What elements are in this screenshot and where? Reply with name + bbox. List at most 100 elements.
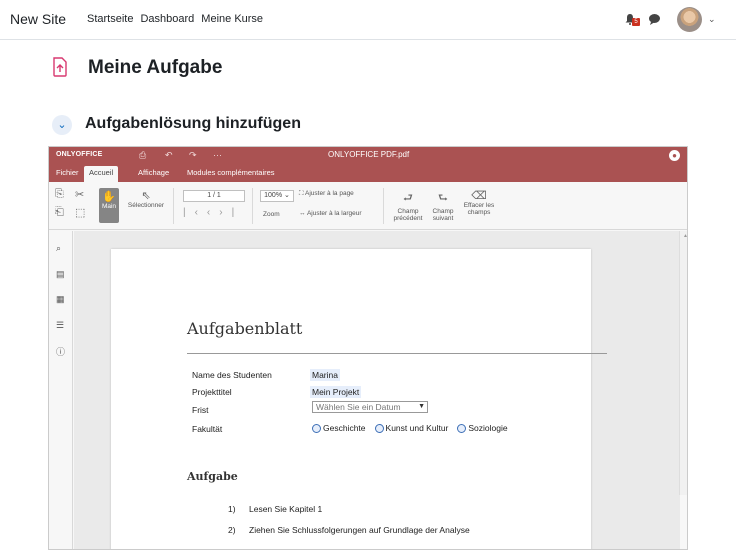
nav-link-home[interactable]: Startseite [87,13,133,25]
project-title-label: Projekttitel [192,387,232,397]
separator [173,188,174,224]
radio-label: Geschichte [323,423,366,433]
primary-navigation: Startseite Dashboard Meine Kurse [87,13,263,25]
list-item: Ziehen Sie Schlussfolgerungen auf Grundl… [249,525,470,535]
faculty-radio-group: Geschichte Kunst und Kultur Soziologie [312,423,508,433]
dropdown-arrow-icon: ▼ [418,403,425,410]
date-picker-field[interactable]: Wählen Sie ein Datum ▼ [312,401,428,413]
editor-titlebar: ONLYOFFICE ⎙ ↶ ↷ ··· ONLYOFFICE PDF.pdf … [49,147,687,164]
next-field-button[interactable]: ⮑ Champ suivant [428,189,458,222]
radio-circle-icon [374,423,384,433]
nav-link-dashboard[interactable]: Dashboard [140,13,194,25]
separator [252,188,253,224]
separator [383,188,384,224]
next-field-label-1: Champ [432,208,454,215]
nav-link-my-courses[interactable]: Meine Kurse [201,13,263,25]
radio-circle-icon [457,423,467,433]
outline-icon[interactable]: ☰ [56,320,64,331]
clear-fields-button[interactable]: ⌫ Effacer les champs [459,189,499,216]
redo-icon[interactable]: ↷ [189,150,197,161]
user-icon[interactable]: ● [669,150,680,161]
page-navigation-arrows[interactable]: |‹‹›| [183,207,243,218]
fit-width-button[interactable]: ↔ Ajuster à la largeur [299,210,362,217]
vertical-scrollbar[interactable]: ▲ [679,231,687,495]
zoom-value: 100% [264,192,283,199]
list-number: 2) [228,525,236,535]
tab-file[interactable]: Fichier [51,166,84,182]
hand-tool-button[interactable]: ✋ Main [99,188,119,223]
select-tool-button[interactable]: ⇖ Sélectionner [123,189,169,209]
eraser-icon: ⌫ [471,190,487,202]
radio-circle-icon [312,423,321,433]
tab-plugins[interactable]: Modules complémentaires [182,166,280,182]
section-heading: Aufgabe [187,470,238,483]
previous-field-icon: ⮐ [403,192,413,204]
radio-option-art-culture[interactable]: Kunst und Kultur [374,423,449,433]
pdf-editor: ONLYOFFICE ⎙ ↶ ↷ ··· ONLYOFFICE PDF.pdf … [48,146,688,550]
radio-label: Kunst und Kultur [385,423,449,433]
hand-tool-label: Main [101,203,117,210]
list-item: Lesen Sie Kapitel 1 [249,504,323,514]
page-title: Meine Aufgabe [88,57,223,78]
undo-icon[interactable]: ↶ [165,150,173,161]
assignment-upload-icon [53,57,67,77]
collapse-toggle-button[interactable]: ⌄ [52,115,72,135]
zoom-label: Zoom [263,211,280,218]
pdf-page: Aufgabenblatt Name des Studenten Marina … [111,249,607,549]
user-avatar[interactable] [677,7,702,32]
select-all-icon[interactable]: ⬚ [75,206,85,219]
next-field-icon: ⮑ [438,192,448,204]
chat-icon[interactable] [648,13,661,25]
site-name[interactable]: New Site [10,11,66,27]
faculty-label: Fakultät [192,424,223,434]
radio-label: Soziologie [468,423,508,433]
student-name-label: Name des Studenten [192,370,272,380]
clear-fields-label-1: Effacer les [463,202,495,209]
previous-field-label-1: Champ [397,208,419,215]
cursor-icon: ⇖ [141,190,151,202]
notification-badge: 5 [632,18,640,26]
zoom-dropdown[interactable]: 100% ⌄ [260,190,294,202]
document-heading: Aufgabenblatt [187,319,303,338]
left-sidebar: ⌕ ▤ ▦ ☰ ⓘ [49,231,73,549]
onlyoffice-logo: ONLYOFFICE [56,151,103,158]
tab-view[interactable]: Affichage [133,166,174,182]
fit-page-label: Ajuster à la page [305,190,354,197]
cut-icon[interactable]: ✂ [75,188,84,201]
paste-icon[interactable]: ⎗ [55,206,64,219]
more-icon[interactable]: ··· [213,150,222,160]
ribbon-tabs: Fichier Accueil Affichage Modules complé… [49,164,687,194]
fit-width-icon: ↔ [299,210,306,217]
copy-icon[interactable]: ⎘ [55,188,64,201]
student-name-field[interactable]: Marina [310,369,340,381]
project-title-field[interactable]: Mein Projekt [310,386,362,398]
scroll-up-icon[interactable]: ▲ [683,233,687,239]
list-number: 1) [228,504,236,514]
top-navbar: New Site Startseite Dashboard Meine Kurs… [0,0,736,40]
radio-option-sociology[interactable]: Soziologie [457,423,508,433]
info-icon[interactable]: ⓘ [56,345,65,358]
clear-fields-label-2: champs [467,209,491,216]
next-field-label-2: suivant [432,215,454,222]
page-number-field[interactable]: 1 / 1 [183,190,245,202]
radio-option-history[interactable]: Geschichte [312,423,366,433]
date-placeholder: Wählen Sie ein Datum [316,402,401,412]
document-title: ONLYOFFICE PDF.pdf [328,150,410,159]
tab-home[interactable]: Accueil [84,166,119,182]
search-icon[interactable]: ⌕ [56,243,61,254]
hand-icon: ✋ [102,191,116,203]
comments-icon[interactable]: ▤ [56,269,65,280]
fit-page-button[interactable]: ⛶ Ajuster à la page [299,190,354,198]
thumbnails-icon[interactable]: ▦ [56,294,65,305]
previous-field-button[interactable]: ⮐ Champ précédent [390,189,426,222]
fit-width-label: Ajuster à la largeur [306,210,362,217]
chevron-down-icon[interactable]: ⌄ [708,14,716,25]
deadline-label: Frist [192,405,209,415]
heading-rule [187,353,607,354]
previous-field-label-2: précédent [393,215,423,222]
section-title: Aufgabenlösung hinzufügen [85,115,301,132]
print-icon[interactable]: ⎙ [139,150,146,161]
ribbon-toolbar: ⎘ ✂ ⎗ ⬚ ✋ Main ⇖ Sélectionner 1 / 1 |‹‹›… [49,182,687,230]
select-tool-label: Sélectionner [127,202,165,209]
fit-page-icon: ⛶ [299,190,304,197]
